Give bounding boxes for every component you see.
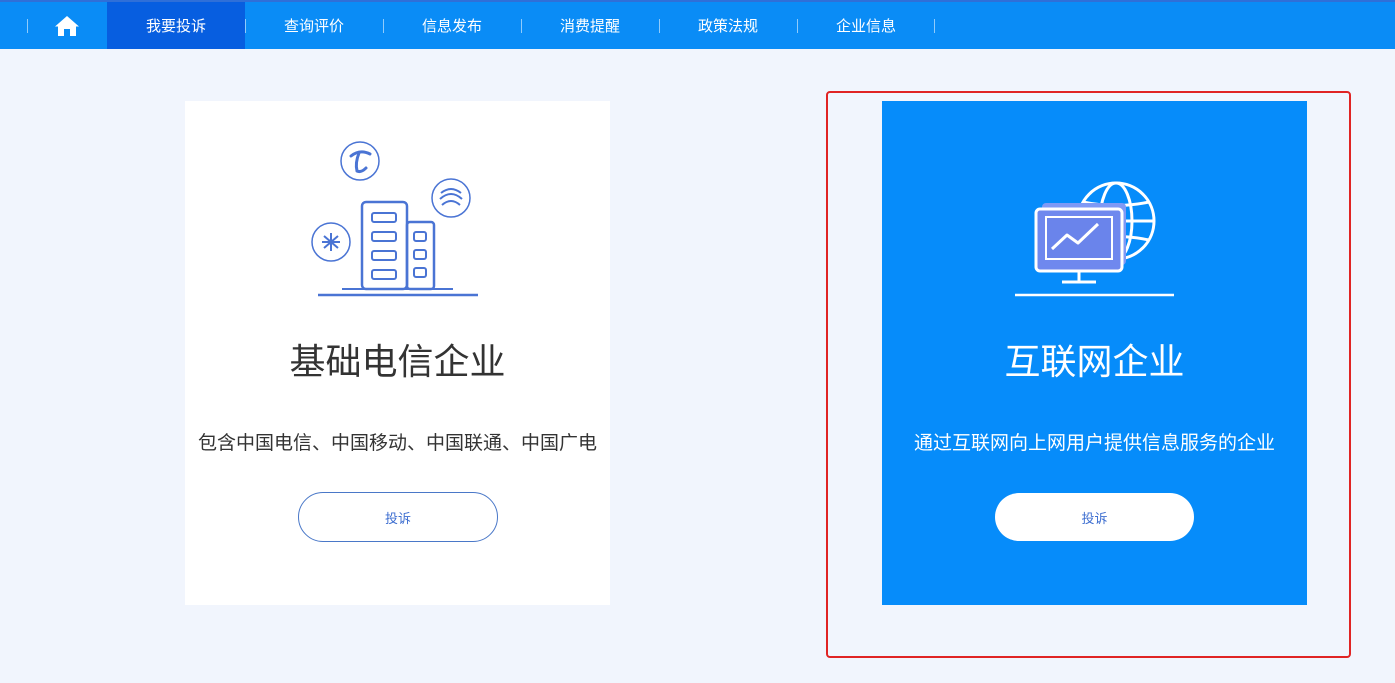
nav-divider — [245, 19, 246, 33]
nav-item-enterprise-info[interactable]: 企业信息 — [797, 2, 935, 49]
nav-item-label: 消费提醒 — [559, 17, 620, 35]
card-title: 基础电信企业 — [289, 342, 506, 383]
nav-item-label: 企业信息 — [835, 17, 896, 35]
home-button[interactable] — [27, 2, 107, 49]
card-description: 通过互联网向上网用户提供信息服务的企业 — [913, 432, 1275, 454]
nav-divider — [659, 19, 660, 33]
internet-enterprise-card[interactable]: 互联网企业 通过互联网向上网用户提供信息服务的企业 投诉 — [882, 101, 1307, 605]
telecom-buildings-icon — [311, 141, 478, 297]
nav-item-label: 我要投诉 — [145, 17, 206, 35]
nav-item-info-release[interactable]: 信息发布 — [383, 2, 521, 49]
nav-divider — [521, 19, 522, 33]
nav-divider — [934, 19, 935, 33]
nav-divider — [27, 19, 28, 33]
top-nav-bar: 我要投诉 查询评价 信息发布 消费提醒 政策法规 企业信息 — [0, 0, 1395, 49]
nav-item-query-review[interactable]: 查询评价 — [245, 2, 383, 49]
nav-divider — [383, 19, 384, 33]
nav-item-label: 信息发布 — [421, 17, 482, 35]
nav-item-label: 查询评价 — [283, 17, 344, 35]
home-icon — [55, 15, 79, 36]
nav-item-policy-law[interactable]: 政策法规 — [659, 2, 797, 49]
nav-item-consumer-alert[interactable]: 消费提醒 — [521, 2, 659, 49]
telecom-complaint-button[interactable]: 投诉 — [298, 492, 498, 542]
nav-item-label: 政策法规 — [697, 17, 758, 35]
card-title: 互联网企业 — [1004, 342, 1185, 383]
nav-divider — [797, 19, 798, 33]
internet-monitor-globe-icon — [1015, 181, 1174, 297]
card-description: 包含中国电信、中国移动、中国联通、中国广电 — [197, 432, 597, 454]
internet-complaint-button[interactable]: 投诉 — [995, 493, 1194, 541]
telecom-enterprise-card[interactable]: 基础电信企业 包含中国电信、中国移动、中国联通、中国广电 投诉 — [185, 101, 610, 605]
nav-item-complaint[interactable]: 我要投诉 — [107, 2, 245, 49]
